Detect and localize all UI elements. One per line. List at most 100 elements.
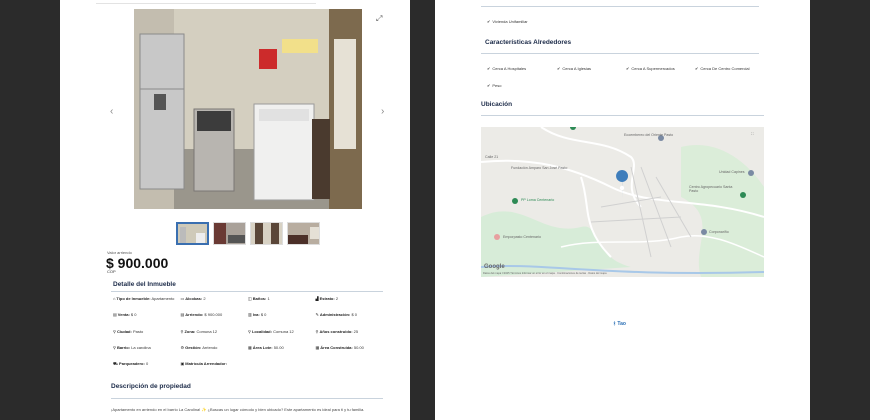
- detail-cell: [248, 362, 316, 378]
- detail-value: 0: [145, 361, 149, 367]
- listing-page-right: ✔ Vivienda Unifamiliar Características Al…: [435, 0, 810, 420]
- detail-cell: ▥Iva: $ 0: [248, 312, 316, 329]
- chevron-left-icon[interactable]: ‹: [110, 106, 113, 117]
- check-icon: ✔: [626, 66, 630, 71]
- detail-cell: ▣Matrícula Arrendador:: [181, 361, 249, 378]
- detail-value: Arriendo: [202, 344, 218, 350]
- location-title: Ubicación: [481, 101, 513, 108]
- location-icon: ⚲: [248, 328, 251, 334]
- detail-value: 50.00: [273, 344, 284, 350]
- photo-thumbnails: [176, 222, 320, 245]
- area-icon: ▦: [315, 344, 320, 350]
- feature-item: ✔ Vivienda Unifamiliar: [487, 19, 528, 24]
- detail-cell: ✎Administración: $ 0: [315, 312, 384, 329]
- details-row: ▤Venta: $ 0 ▤Arriendo: $ 900.000 ▥Iva: $ 0…: [113, 312, 384, 329]
- detail-cell: ⚙Gestión: Arriendo: [180, 344, 249, 362]
- detail-value: Pasto: [132, 328, 144, 334]
- detail-value: $ 0: [260, 312, 267, 318]
- tax-icon: ▥: [248, 312, 252, 318]
- details-row: ⛟Parqueadero: 0 ▣Matrícula Arrendador:: [113, 361, 384, 378]
- surrounding-item: ✔ Cerca A Iglesias: [557, 66, 592, 71]
- detail-cell: ▭Alcobas: 2: [180, 296, 249, 313]
- divider: [481, 115, 764, 116]
- map-poi-label: Corponariño: [709, 230, 729, 234]
- location-map[interactable]: Ecoembereo del Oriente Pasto Fundación A…: [481, 127, 764, 277]
- divider: [481, 6, 759, 7]
- map-attribution[interactable]: Datos del mapa ©2025 Términos Informar u…: [483, 272, 762, 275]
- parking-icon: ⛟: [113, 361, 119, 367]
- chevron-right-icon[interactable]: ›: [381, 106, 384, 117]
- thumbnail-1[interactable]: [176, 222, 209, 245]
- detail-value: 1: [267, 296, 270, 301]
- surrounding-item: ✔ Cerca De Centro Comercial: [695, 66, 750, 71]
- detail-value: $ 0: [351, 312, 357, 318]
- detail-cell: ▦Área Lote: 50.00: [248, 344, 316, 362]
- check-icon: ✔: [557, 66, 561, 71]
- detail-label: Localidad:: [251, 328, 272, 334]
- map-graphic: [481, 127, 764, 277]
- detail-value: $ 0: [130, 312, 137, 318]
- detail-cell: ▤Arriendo: $ 900.000: [180, 312, 249, 329]
- map-street-label: Calle 21: [485, 155, 499, 159]
- thumbnail-3[interactable]: [250, 222, 283, 245]
- sale-icon: ▤: [113, 312, 117, 318]
- management-icon: ⚙: [180, 344, 185, 350]
- detail-value: Comuna 12: [273, 328, 294, 334]
- check-icon: ✔: [487, 83, 491, 88]
- surrounding-item: ✔ Cerca A Supermercados: [626, 66, 675, 71]
- expand-icon[interactable]: ⤢: [376, 14, 382, 24]
- detail-label: Administración:: [319, 312, 351, 318]
- detail-label: Área Construida:: [320, 344, 353, 350]
- map-poi-label: Fundación Amparo San José Pasto: [511, 166, 568, 170]
- detail-label: Parqueadero:: [119, 361, 145, 367]
- thumbnail-4[interactable]: [287, 222, 320, 245]
- location-icon: ⚲: [113, 328, 116, 334]
- admin-icon: ✎: [315, 312, 319, 318]
- detail-cell: ▦Área Construida: 50.00: [315, 344, 384, 362]
- thumbnail-2[interactable]: [213, 222, 246, 245]
- main-property-photo[interactable]: [134, 9, 362, 209]
- detail-cell: ▟Estrato: 2: [315, 296, 384, 313]
- location-icon: ⚲: [315, 328, 319, 334]
- map-poi-label: Unidad Capines: [719, 170, 745, 174]
- details-title: Detalle del Inmueble: [113, 281, 176, 288]
- bed-icon: ▭: [180, 296, 185, 301]
- google-logo: Google: [484, 264, 505, 270]
- divider: [111, 291, 383, 292]
- divider: [111, 398, 383, 399]
- detail-value: La carolina: [131, 344, 151, 350]
- divider: [96, 3, 316, 4]
- detail-label: Barrio:: [116, 344, 131, 350]
- detail-cell: ⚲Años construido: 25: [315, 328, 384, 346]
- detail-label: Venta:: [117, 312, 130, 318]
- description-text: ¡Apartamento en arriendo en el barrio La…: [111, 407, 365, 412]
- detail-value: Comuna 12: [196, 328, 218, 334]
- detail-label: Matrícula Arrendador:: [185, 361, 227, 367]
- stratum-icon: ▟: [315, 296, 319, 301]
- detail-label: Gestión:: [185, 344, 202, 350]
- check-icon: ✔: [487, 19, 491, 24]
- check-icon: ✔: [487, 66, 491, 71]
- map-poi-label: Centro Agropecuario Santa Pasto: [689, 185, 733, 193]
- rent-icon: ▤: [180, 312, 185, 318]
- detail-cell: ⛟Parqueadero: 0: [113, 361, 181, 378]
- detail-cell: ◫Baños: 1: [248, 296, 316, 313]
- details-row: ⌂Tipo de Inmueble: Apartamento ▭Alcobas: …: [113, 296, 384, 313]
- detail-cell: ⚲Ciudad: Pasto: [113, 328, 181, 346]
- detail-label: Arriendo:: [185, 312, 204, 318]
- location-icon: ⚲: [180, 328, 184, 334]
- surrounding-item: ✔ Cerca A Hospitales: [487, 66, 527, 71]
- map-poi-label: Ecoembereo del Oriente Pasto: [624, 133, 674, 137]
- detail-cell: ⚲Zona: Comuna 12: [180, 328, 249, 346]
- map-poi-label: PP Loma Centenario: [521, 198, 555, 202]
- brand-mark-icon: ᚼ: [613, 321, 617, 327]
- detail-value: 2: [335, 296, 339, 301]
- surroundings-title: Características Alrededores: [485, 39, 572, 46]
- detail-cell: ▤Venta: $ 0: [113, 312, 181, 329]
- currency-label: COP: [107, 269, 116, 274]
- detail-value: 25: [353, 328, 359, 334]
- detail-cell: [316, 362, 384, 378]
- fullscreen-icon[interactable]: ⛶: [751, 132, 754, 136]
- brand-logo: ᚼ Tao: [613, 321, 626, 327]
- detail-label: Tipo de Inmueble:: [116, 296, 151, 301]
